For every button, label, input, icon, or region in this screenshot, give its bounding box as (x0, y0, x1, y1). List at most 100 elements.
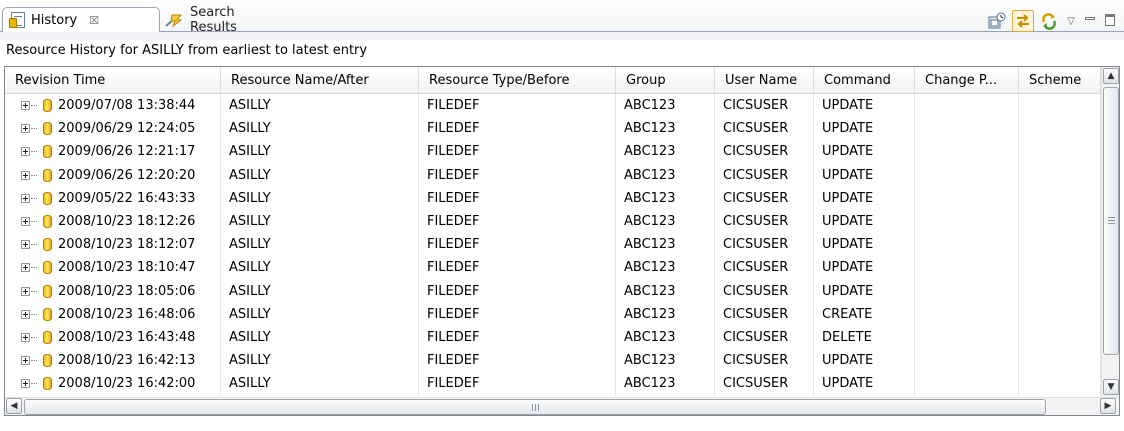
close-icon[interactable]: ☒ (89, 14, 99, 27)
column-header-revision-time[interactable]: Revision Time (5, 67, 221, 94)
column-header-command[interactable]: Command (814, 67, 915, 94)
horizontal-scroll-thumb[interactable] (24, 399, 1046, 415)
show-history-icon[interactable] (986, 10, 1008, 32)
resource-cylinder-icon (43, 261, 52, 275)
cell-revision-time: 2008/10/23 16:42:13 (5, 349, 221, 373)
cell-user-name: CICSUSER (715, 94, 814, 118)
cell-change-package (915, 349, 1019, 373)
cell-user-name: CICSUSER (715, 186, 814, 210)
tree-expand-icon[interactable] (21, 217, 30, 227)
cell-user-name: CICSUSER (715, 256, 814, 280)
cell-command: UPDATE (814, 186, 915, 210)
column-header-user-name[interactable]: User Name (715, 67, 814, 94)
column-header-change-package[interactable]: Change P... (915, 67, 1019, 94)
tree-expand-icon[interactable] (21, 309, 30, 319)
cell-user-name: CICSUSER (715, 117, 814, 141)
table-row[interactable]: 2008/10/23 18:12:07 ASILLY FILEDEF ABC123 CI… (5, 233, 1101, 257)
cell-resource-name: ASILLY (221, 372, 419, 396)
cell-command: UPDATE (814, 140, 915, 164)
cell-resource-name: ASILLY (221, 349, 419, 373)
tree-expand-icon[interactable] (21, 286, 30, 296)
cell-resource-type: FILEDEF (419, 233, 616, 257)
cell-revision-time: 2008/10/23 18:12:07 (5, 233, 221, 257)
cell-resource-name: ASILLY (221, 163, 419, 187)
tree-expand-icon[interactable] (21, 356, 30, 366)
table-row[interactable]: 2009/06/26 12:20:20 ASILLY FILEDEF ABC123 CI… (5, 163, 1101, 187)
resource-cylinder-icon (43, 145, 52, 159)
table-row[interactable]: 2009/06/29 12:24:05 ASILLY FILEDEF ABC123 CI… (5, 117, 1101, 141)
column-header-resource-name[interactable]: Resource Name/After (221, 67, 419, 94)
view-menu-icon[interactable]: ▽ (1064, 10, 1078, 32)
cell-change-package (915, 94, 1019, 118)
cell-revision-time: 2009/06/26 12:21:17 (5, 140, 221, 164)
cell-command: UPDATE (814, 163, 915, 187)
column-header-group[interactable]: Group (616, 67, 715, 94)
cell-resource-name: ASILLY (221, 325, 419, 350)
tree-expand-icon[interactable] (21, 147, 30, 157)
cell-scheme (1019, 209, 1101, 234)
scroll-right-icon[interactable]: ▶ (1100, 398, 1116, 414)
table-row[interactable]: 2008/10/23 16:43:48 ASILLY FILEDEF ABC123 CI… (5, 325, 1101, 350)
column-header-resource-type[interactable]: Resource Type/Before (419, 67, 616, 94)
cell-revision-time: 2008/10/23 18:05:06 (5, 279, 221, 303)
cell-user-name: CICSUSER (715, 209, 814, 234)
cell-resource-name: ASILLY (221, 140, 419, 164)
horizontal-scrollbar[interactable]: ◀ ▶ (5, 397, 1119, 415)
table-row[interactable]: 2009/07/08 13:38:44 ASILLY FILEDEF ABC123 CI… (5, 94, 1101, 118)
cell-revision-time: 2008/10/23 16:42:00 (5, 372, 221, 396)
column-header-scheme[interactable]: Scheme (1019, 67, 1101, 94)
cell-group: ABC123 (616, 372, 715, 396)
revision-time-text: 2008/10/23 18:05:06 (58, 283, 196, 299)
table-row[interactable]: 2008/10/23 18:05:06 ASILLY FILEDEF ABC123 CI… (5, 279, 1101, 303)
resource-cylinder-icon (43, 284, 52, 298)
tree-expand-icon[interactable] (21, 193, 30, 203)
tree-expand-icon[interactable] (21, 170, 30, 180)
table-row[interactable]: 2008/10/23 16:42:00 ASILLY FILEDEF ABC123 CI… (5, 372, 1101, 396)
revision-time-text: 2009/06/26 12:21:17 (58, 144, 196, 160)
cell-change-package (915, 279, 1019, 303)
vertical-scrollbar[interactable]: ▲ ▼ (1101, 67, 1119, 397)
tab-search-results[interactable]: Search Results (156, 5, 286, 35)
tree-expand-icon[interactable] (21, 240, 30, 250)
table-row[interactable]: 2008/10/23 16:42:13 ASILLY FILEDEF ABC123 CI… (5, 349, 1101, 373)
table-row[interactable]: 2009/05/22 16:43:33 ASILLY FILEDEF ABC123 CI… (5, 186, 1101, 210)
scroll-up-icon[interactable]: ▲ (1103, 68, 1119, 84)
cell-user-name: CICSUSER (715, 325, 814, 350)
resource-cylinder-icon (43, 191, 52, 205)
cell-resource-type: FILEDEF (419, 302, 616, 326)
tree-expand-icon[interactable] (21, 101, 30, 111)
revision-time-text: 2008/10/23 16:42:13 (58, 353, 196, 369)
view-description: Resource History for ASILLY from earlies… (0, 40, 1124, 61)
cell-group: ABC123 (616, 302, 715, 326)
refresh-icon[interactable] (1038, 10, 1060, 32)
scroll-down-icon[interactable]: ▼ (1103, 379, 1119, 395)
maximize-icon[interactable] (1102, 10, 1118, 32)
vertical-scroll-thumb[interactable] (1103, 87, 1119, 355)
cell-group: ABC123 (616, 209, 715, 234)
cell-user-name: CICSUSER (715, 302, 814, 326)
tab-history[interactable]: History ☒ (2, 7, 160, 32)
revision-time-text: 2008/10/23 16:42:00 (58, 376, 196, 392)
link-with-editor-icon[interactable] (1012, 10, 1034, 32)
tree-expand-icon[interactable] (21, 124, 30, 134)
scroll-left-icon[interactable]: ◀ (6, 398, 22, 414)
cell-user-name: CICSUSER (715, 349, 814, 373)
tree-expand-icon[interactable] (21, 332, 30, 342)
cell-resource-name: ASILLY (221, 94, 419, 118)
tree-expand-icon[interactable] (21, 263, 30, 273)
cell-command: UPDATE (814, 372, 915, 396)
table-row[interactable]: 2008/10/23 18:10:47 ASILLY FILEDEF ABC123 CI… (5, 256, 1101, 280)
table-row[interactable]: 2008/10/23 18:12:26 ASILLY FILEDEF ABC123 CI… (5, 209, 1101, 234)
table-row[interactable]: 2009/06/26 12:21:17 ASILLY FILEDEF ABC123 CI… (5, 140, 1101, 164)
cell-change-package (915, 209, 1019, 234)
revision-time-text: 2009/06/29 12:24:05 (58, 121, 196, 137)
cell-resource-type: FILEDEF (419, 256, 616, 280)
tree-expand-icon[interactable] (21, 379, 30, 389)
cell-change-package (915, 140, 1019, 164)
minimize-icon[interactable] (1082, 10, 1098, 32)
cell-command: CREATE (814, 302, 915, 326)
table-row[interactable]: 2008/10/23 16:48:06 ASILLY FILEDEF ABC123 CI… (5, 302, 1101, 326)
cell-user-name: CICSUSER (715, 372, 814, 396)
cell-scheme (1019, 256, 1101, 280)
cell-resource-name: ASILLY (221, 233, 419, 257)
